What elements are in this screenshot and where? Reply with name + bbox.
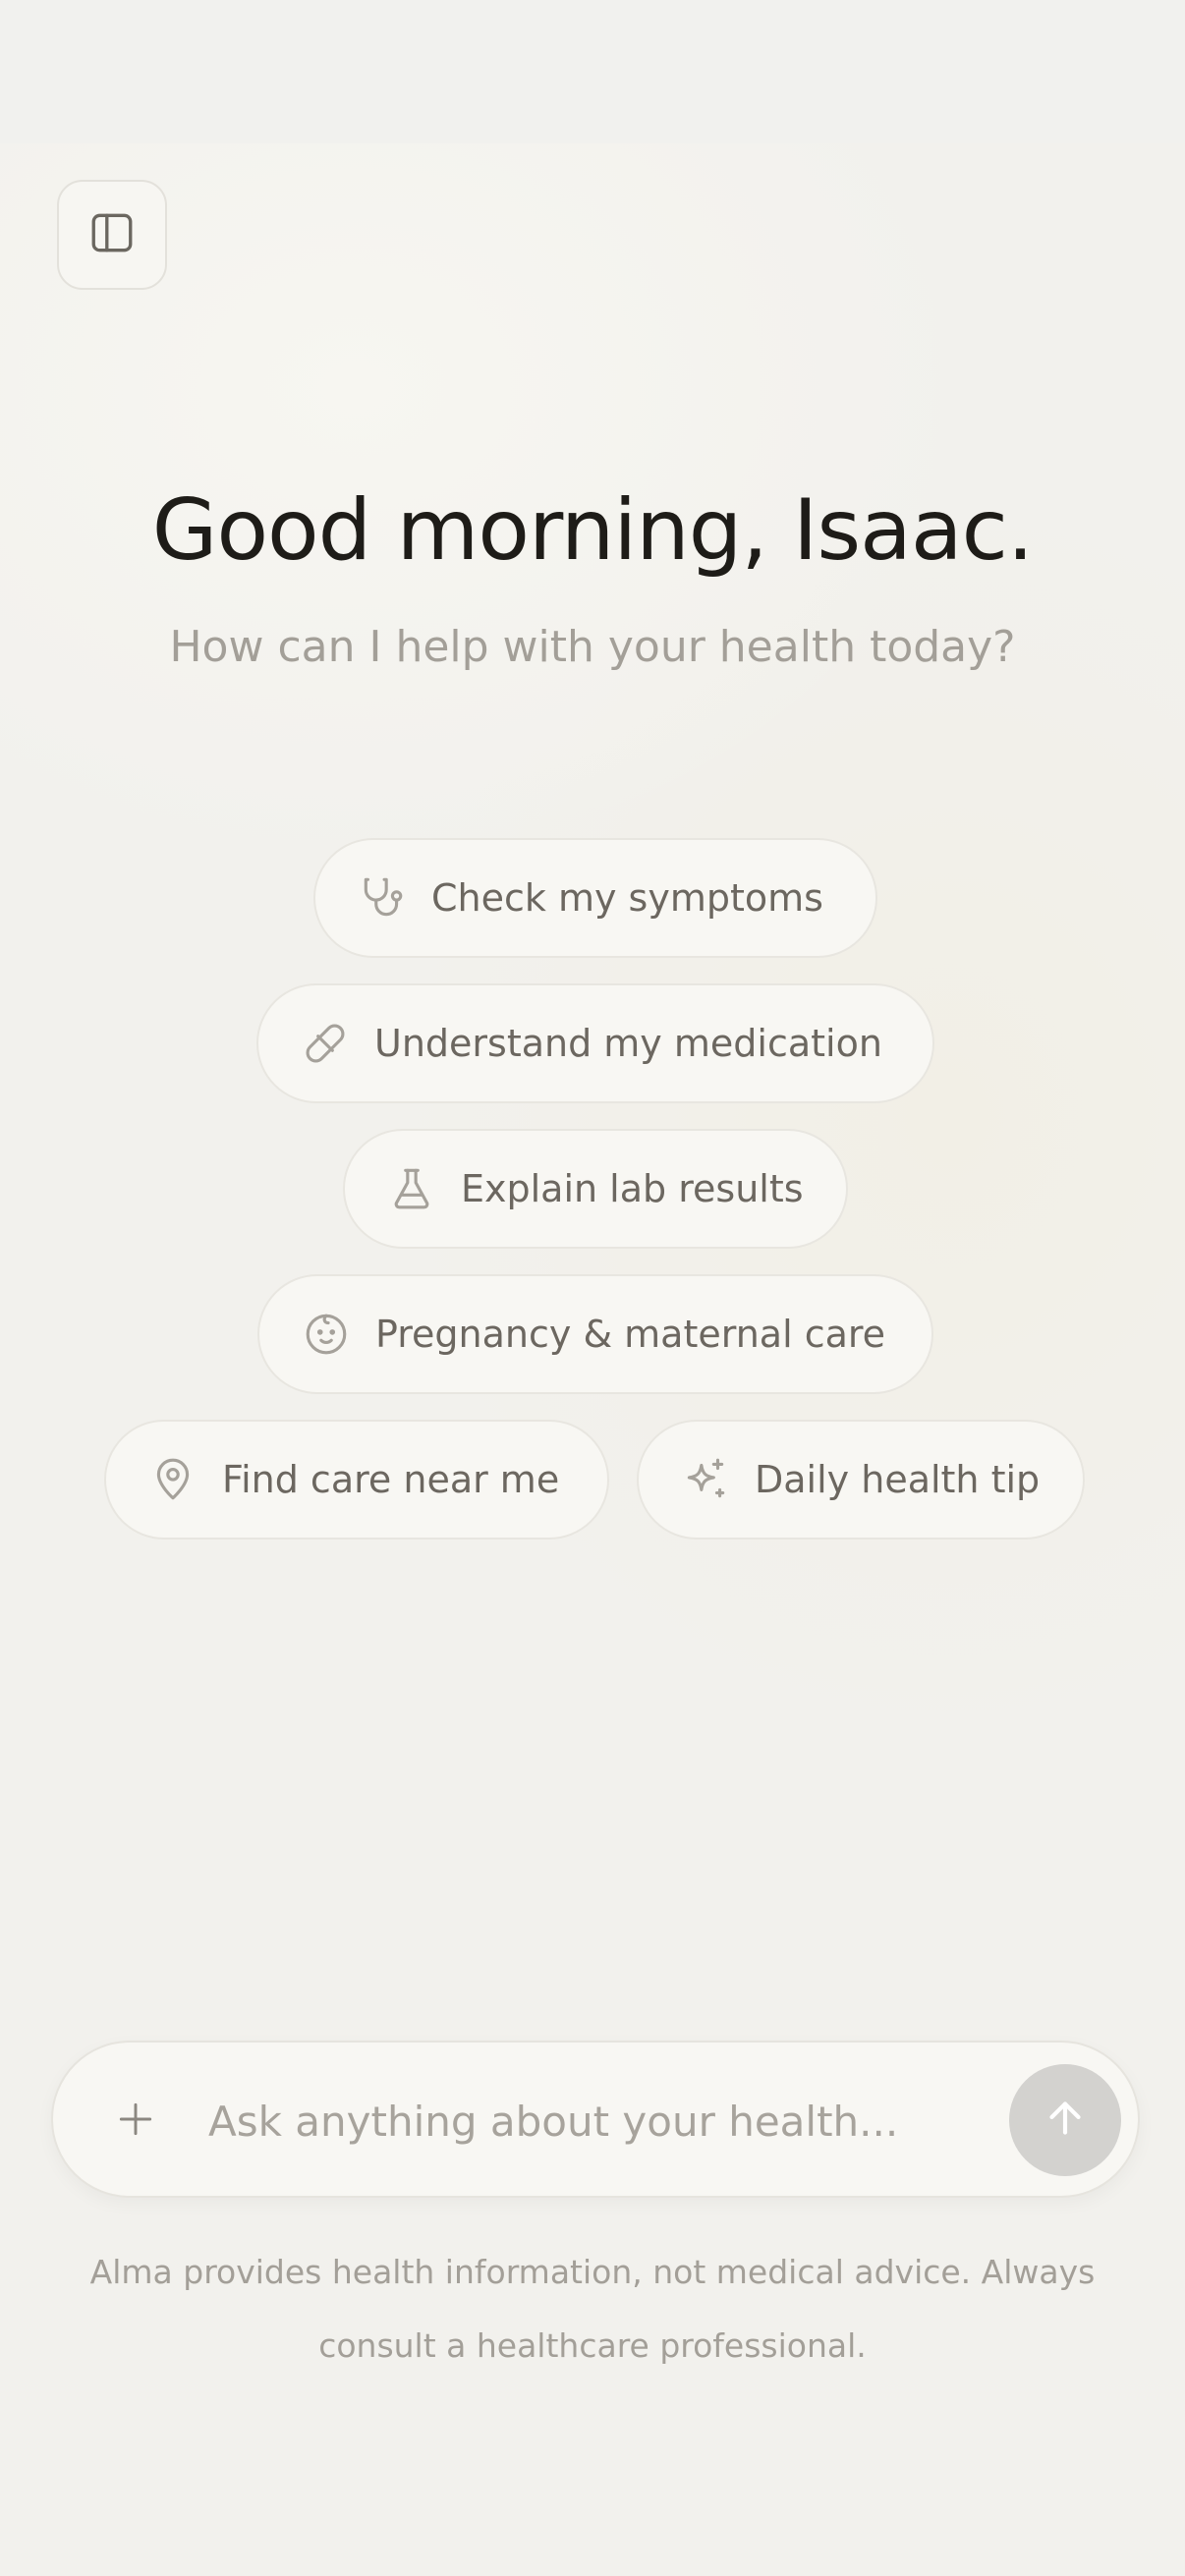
status-bar-area <box>0 0 1185 143</box>
pill-icon <box>300 1018 351 1069</box>
chat-composer <box>51 2041 1140 2198</box>
arrow-up-icon <box>1041 2094 1090 2147</box>
suggestion-label: Daily health tip <box>755 1458 1041 1501</box>
suggestion-pregnancy-maternal-care[interactable]: Pregnancy & maternal care <box>257 1274 933 1394</box>
suggestion-label: Explain lab results <box>461 1167 804 1210</box>
sidebar-toggle-button[interactable] <box>57 180 167 290</box>
suggestion-label: Pregnancy & maternal care <box>375 1313 886 1356</box>
send-button[interactable] <box>1009 2064 1121 2176</box>
suggestion-label: Find care near me <box>222 1458 560 1501</box>
message-input[interactable] <box>208 2072 1014 2170</box>
suggestion-explain-lab-results[interactable]: Explain lab results <box>343 1129 848 1249</box>
attach-button[interactable] <box>100 2086 171 2156</box>
suggestion-check-symptoms[interactable]: Check my symptoms <box>313 838 877 958</box>
map-pin-icon <box>147 1454 198 1505</box>
sidebar-panel-icon <box>87 208 137 261</box>
greeting-title: Good morning, Isaac. <box>151 481 1034 580</box>
stethoscope-icon <box>357 872 408 924</box>
suggestion-find-care-near-me[interactable]: Find care near me <box>104 1420 609 1540</box>
suggestion-understand-medication[interactable]: Understand my medication <box>256 983 934 1103</box>
suggestion-label: Check my symptoms <box>431 876 823 920</box>
plus-icon <box>114 2098 157 2145</box>
greeting-subtitle: How can I help with your health today? <box>169 622 1016 672</box>
suggestion-label: Understand my medication <box>374 1022 882 1065</box>
sparkles-icon <box>680 1454 731 1505</box>
flask-icon <box>386 1163 437 1214</box>
baby-face-icon <box>301 1309 352 1360</box>
suggestion-daily-health-tip[interactable]: Daily health tip <box>637 1420 1085 1540</box>
disclaimer-text: Alma provides health information, not me… <box>89 2253 1096 2365</box>
